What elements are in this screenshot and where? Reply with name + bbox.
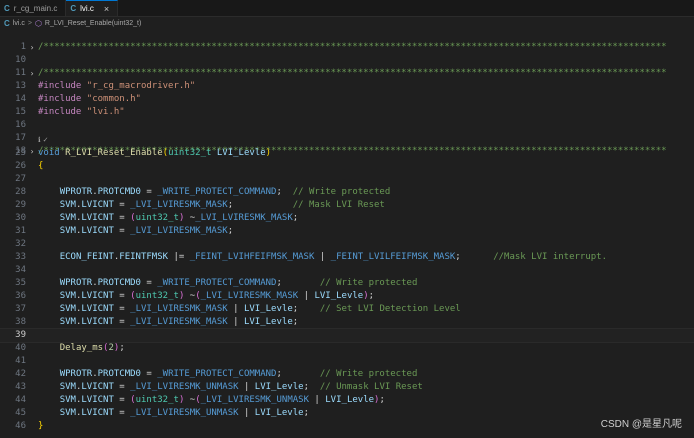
line-number: 33 xyxy=(15,252,26,262)
line-number: 17 xyxy=(15,133,26,143)
comment: // Mask LVI Reset xyxy=(292,200,385,210)
tab-label: lvi.c xyxy=(80,4,94,13)
line-number: 46 xyxy=(15,421,26,431)
code-line: 43 SVM.LVICNT = _LVI_LVIRESMK_UNMASK | L… xyxy=(0,381,694,394)
line-number: 31 xyxy=(15,226,26,236)
breadcrumb-file[interactable]: lvi.c xyxy=(13,20,25,27)
line-number: 43 xyxy=(15,382,26,392)
code-line: 26 { xyxy=(0,160,694,173)
code-line: 11 › /**********************************… xyxy=(0,67,694,80)
line-number: 30 xyxy=(15,213,26,223)
code-line: 46 } xyxy=(0,420,694,433)
comment: // Unmask LVI Reset xyxy=(319,382,423,392)
c-file-icon: C xyxy=(4,18,10,28)
line-number: 11 xyxy=(15,68,26,78)
string: "common.h" xyxy=(86,94,141,104)
line-number: 35 xyxy=(15,278,26,288)
c-file-icon: C xyxy=(70,4,77,13)
code-line: 36 SVM.LVICNT = (uint32_t) ~(_LVI_LVIRES… xyxy=(0,290,694,303)
line-number: 41 xyxy=(15,356,26,366)
code-line: 14 #include "common.h" xyxy=(0,93,694,106)
comment: // Set LVI Detection Level xyxy=(319,304,461,314)
codelens-hint[interactable]: ℹ ✓ xyxy=(38,136,48,147)
line-number: 38 xyxy=(15,317,26,327)
preprocessor: #include xyxy=(38,107,82,117)
breadcrumb-function[interactable]: R_LVI_Reset_Enable(uint32_t) xyxy=(45,20,141,27)
line-number: 37 xyxy=(15,304,26,314)
line-number: 1 xyxy=(20,42,26,52)
line-number: 39 xyxy=(15,330,26,340)
chevron-right-icon: > xyxy=(27,19,32,27)
editor-tab-bar: C r_cg_main.c C lvi.c × xyxy=(0,0,694,17)
line-number: 15 xyxy=(15,107,26,117)
line-number: 29 xyxy=(15,200,26,210)
line-number: 28 xyxy=(15,187,26,197)
comment: // Write protected xyxy=(319,369,418,379)
line-number: 26 xyxy=(15,161,26,171)
preprocessor: #include xyxy=(38,81,82,91)
code-line: 28 WPROTR.PROTCMD0 = _WRITE_PROTECT_COMM… xyxy=(0,186,694,199)
keyword: void xyxy=(38,148,60,158)
line-number: 13 xyxy=(15,81,26,91)
code-line: 44 SVM.LVICNT = (uint32_t) ~(_LVI_LVIRES… xyxy=(0,394,694,407)
breadcrumb: C lvi.c > ⬡ R_LVI_Reset_Enable(uint32_t) xyxy=(0,17,694,29)
code-line: 10 xyxy=(0,54,694,67)
code-line: 38 SVM.LVICNT = _LVI_LVIRESMK_MASK | LVI… xyxy=(0,316,694,329)
string: "r_cg_macrodriver.h" xyxy=(86,81,196,91)
comment: //Mask LVI interrupt. xyxy=(493,252,608,262)
code-line: 41 xyxy=(0,355,694,368)
code-line: 13 #include "r_cg_macrodriver.h" xyxy=(0,80,694,93)
code-line: 31 SVM.LVICNT = _LVI_LVIRESMK_MASK; xyxy=(0,225,694,238)
code-line: 29 SVM.LVICNT = _LVI_LVIRESMK_MASK; // M… xyxy=(0,199,694,212)
watermark: CSDN @是星凡呢 xyxy=(600,419,682,430)
line-number: 36 xyxy=(15,291,26,301)
fold-collapsed-icon[interactable]: › xyxy=(26,67,38,80)
code-line: 37 SVM.LVICNT = _LVI_LVIRESMK_MASK | LVI… xyxy=(0,303,694,316)
code-line: 35 WPROTR.PROTCMD0 = _WRITE_PROTECT_COMM… xyxy=(0,277,694,290)
comment: // Write protected xyxy=(292,187,391,197)
code-line: 1 › /***********************************… xyxy=(0,41,694,54)
tab-lvi[interactable]: C lvi.c × xyxy=(66,0,119,16)
string: "lvi.h" xyxy=(86,107,125,117)
code-line: 27 xyxy=(0,173,694,186)
preprocessor: #include xyxy=(38,94,82,104)
line-number: 16 xyxy=(15,120,26,130)
line-number: 10 xyxy=(15,55,26,65)
code-line: 33 ECON_FEINT.FEINTFMSK |= _FEINT_LVIHFE… xyxy=(0,251,694,264)
type: uint32_t xyxy=(168,148,212,158)
code-line: 42 WPROTR.PROTCMD0 = _WRITE_PROTECT_COMM… xyxy=(0,368,694,381)
line-number: 34 xyxy=(15,265,26,275)
code-line-current: 39 xyxy=(0,328,694,343)
line-number: 45 xyxy=(15,408,26,418)
line-number: 42 xyxy=(15,369,26,379)
tab-r-cg-main[interactable]: C r_cg_main.c xyxy=(0,0,67,16)
parameter: LVI_Levle xyxy=(216,148,266,158)
line-number: 40 xyxy=(15,343,26,353)
line-number: 27 xyxy=(15,174,26,184)
code-line: 45 SVM.LVICNT = _LVI_LVIRESMK_UNMASK | L… xyxy=(0,407,694,420)
comment: // Write protected xyxy=(319,278,418,288)
code-line: 17 xyxy=(0,132,694,145)
code-line: 32 xyxy=(0,238,694,251)
code-line: 15 #include "lvi.h" xyxy=(0,106,694,119)
line-number: 32 xyxy=(15,239,26,249)
close-icon[interactable]: × xyxy=(104,4,109,14)
function-name: R_LVI_Reset_Enable xyxy=(65,148,163,158)
code-editor[interactable]: 1 › /***********************************… xyxy=(0,30,694,438)
line-number: 14 xyxy=(15,94,26,104)
function-icon: ⬡ xyxy=(34,18,42,28)
code-line: 30 SVM.LVICNT = (uint32_t) ~_LVI_LVIRESM… xyxy=(0,212,694,225)
code-line: 25 void R_LVI_Reset_Enable(uint32_t LVI_… xyxy=(0,147,694,160)
comment: /***************************************… xyxy=(38,42,667,52)
line-number: 25 xyxy=(15,148,26,158)
code-line: 16 xyxy=(0,119,694,132)
code-line: 40 Delay_ms(2); xyxy=(0,342,694,355)
function-name: Delay_ms xyxy=(59,343,104,353)
tab-label: r_cg_main.c xyxy=(13,3,58,13)
fold-collapsed-icon[interactable]: › xyxy=(26,41,38,54)
line-number: 44 xyxy=(15,395,26,405)
comment: /***************************************… xyxy=(38,68,667,78)
c-file-icon: C xyxy=(4,3,10,13)
code-line: 34 xyxy=(0,264,694,277)
